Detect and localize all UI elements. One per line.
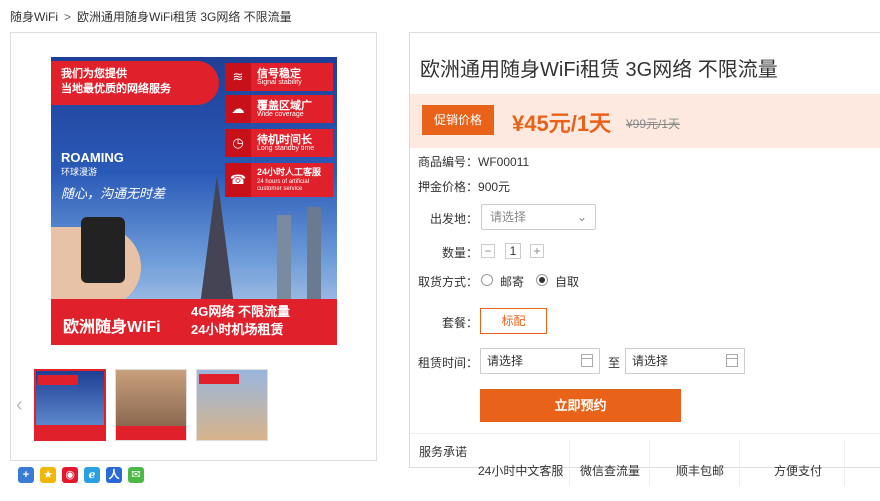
thumbnail-1[interactable]	[34, 369, 106, 441]
feature-signal: ≋ 信号稳定 Signal stability	[225, 63, 333, 91]
deposit-label: 押金价格：	[418, 180, 479, 194]
breadcrumb-root-link[interactable]: 随身WiFi	[10, 10, 58, 24]
promise-divider	[649, 440, 650, 486]
feature-standby: ◷ 待机时间长 Long standby time	[225, 129, 333, 157]
thumbnail-banner	[38, 375, 78, 385]
promise-label: 服务承诺	[419, 445, 468, 459]
renren-icon[interactable]: 人	[106, 467, 122, 483]
qty-input[interactable]: 1	[505, 243, 521, 259]
image-bottom-left-text: 欧洲随身WiFi	[63, 319, 161, 336]
image-bottom-line-1: 4G网络 不限流量	[191, 304, 290, 319]
promo-price: ¥45元/1天	[512, 111, 612, 136]
product-gallery: 我们为您提供 当地最优质的网络服务 ≋ 信号稳定 Signal stabilit…	[10, 32, 377, 461]
pickup-label: 取货方式：	[418, 275, 479, 289]
promise-divider	[739, 440, 740, 486]
cloud-icon: ☁	[225, 95, 251, 123]
feature-subtitle: Long standby time	[257, 145, 315, 152]
package-label: 套餐：	[442, 316, 479, 330]
origin-label: 出发地：	[430, 212, 479, 226]
promise-item: 方便支付	[774, 464, 823, 478]
thumbnail-banner	[199, 374, 239, 384]
sku-value: WF00011	[478, 155, 530, 169]
book-now-button[interactable]: 立即预约	[480, 389, 681, 422]
image-banner-line-2: 当地最优质的网络服务	[61, 83, 171, 95]
thumbnail-strip: ‹	[11, 367, 376, 447]
pickup-radio-self[interactable]	[536, 274, 548, 286]
image-bottom-line-2: 24小时机场租赁	[191, 322, 284, 337]
image-bottom-right-text: 4G网络 不限流量 24小时机场租赁	[191, 303, 290, 339]
weibo-icon[interactable]: ◉	[62, 467, 78, 483]
thumbnail-2[interactable]	[115, 369, 187, 441]
main-product-image[interactable]: 我们为您提供 当地最优质的网络服务 ≋ 信号稳定 Signal stabilit…	[51, 57, 337, 345]
deposit-value: 900元	[478, 180, 511, 194]
add-icon[interactable]: +	[18, 467, 34, 483]
feature-support: ☎ 24小时人工客服 24 hours of artificial custom…	[225, 163, 333, 197]
feature-subtitle: Signal stability	[257, 79, 302, 86]
breadcrumb-current-link[interactable]: 欧洲通用随身WiFi租赁 3G网络 不限流量	[77, 10, 292, 24]
image-slogan: 随心，沟通无时差	[61, 187, 166, 202]
thumbnail-footer	[36, 425, 104, 439]
promise-item: 微信查流量	[580, 464, 641, 478]
promise-item: 顺丰包邮	[676, 464, 725, 478]
product-title: 欧洲通用随身WiFi租赁 3G网络 不限流量	[420, 59, 778, 81]
rent-start-date-input[interactable]: 请选择	[480, 348, 600, 374]
share-bar: + ★ ◉ ℯ 人 ✉	[18, 467, 144, 483]
clock-icon: ◷	[225, 129, 251, 157]
promise-divider	[569, 440, 570, 486]
wifi-icon: ≋	[225, 63, 251, 91]
promise-item: 24小时中文客服	[478, 464, 564, 478]
logo-sub: 环球漫游	[61, 167, 98, 177]
feature-subtitle: 24 hours of artificial customer service	[257, 179, 310, 192]
image-banner-line-1: 我们为您提供	[61, 68, 127, 80]
pickup-option-self[interactable]: 自取	[555, 273, 579, 290]
feature-subtitle: Wide coverage	[257, 111, 304, 118]
breadcrumb: 随身WiFi > 欧洲通用随身WiFi租赁 3G网络 不限流量	[10, 8, 292, 25]
feature-title: 24小时人工客服	[257, 167, 322, 177]
qty-label: 数量：	[442, 246, 479, 260]
wechat-icon[interactable]: ✉	[128, 467, 144, 483]
origin-select[interactable]: 请选择 ⌄	[481, 204, 596, 230]
qty-decrement-button[interactable]: −	[481, 244, 495, 258]
rent-end-value: 请选择	[632, 354, 669, 368]
thumbnail-footer	[116, 426, 186, 440]
logo-brand: ROAMING	[61, 150, 124, 165]
rent-end-date-input[interactable]: 请选择	[625, 348, 745, 374]
origin-select-value: 请选择	[490, 210, 527, 224]
image-top-banner: 我们为您提供 当地最优质的网络服务	[51, 61, 219, 105]
tencent-icon[interactable]: ℯ	[84, 467, 100, 483]
package-option-button[interactable]: 标配	[480, 308, 547, 334]
product-detail: 欧洲通用随身WiFi租赁 3G网络 不限流量 促销价格 ¥45元/1天 ¥99元…	[409, 32, 880, 486]
qty-increment-button[interactable]: +	[530, 244, 544, 258]
feature-coverage: ☁ 覆盖区域广 Wide coverage	[225, 95, 333, 123]
calendar-icon	[581, 354, 593, 367]
image-bottom-banner: 欧洲随身WiFi 4G网络 不限流量 24小时机场租赁	[51, 299, 337, 345]
rent-label: 租赁时间：	[418, 356, 479, 370]
pickup-option-mail[interactable]: 邮寄	[500, 273, 524, 290]
breadcrumb-separator: >	[64, 10, 72, 24]
promo-tag: 促销价格	[422, 105, 494, 135]
chevron-down-icon: ⌄	[576, 210, 587, 224]
promise-divider	[844, 440, 845, 486]
price-bar: 促销价格 ¥45元/1天 ¥99元/1天	[410, 94, 880, 148]
calendar-icon	[726, 354, 738, 367]
pickup-radio-mail[interactable]	[481, 274, 493, 286]
wifi-device-graphic	[81, 217, 125, 283]
sku-row: 商品编号：WF00011	[418, 153, 529, 170]
deposit-row: 押金价格：900元	[418, 178, 510, 195]
eiffel-tower-graphic	[199, 175, 235, 313]
chevron-left-icon[interactable]: ‹	[16, 395, 23, 415]
qzone-icon[interactable]: ★	[40, 467, 56, 483]
service-promise: 服务承诺 24小时中文客服 微信查流量 顺丰包邮 方便支付	[410, 433, 880, 486]
rent-start-value: 请选择	[487, 354, 524, 368]
roaming-logo: ROAMING 环球漫游	[61, 151, 124, 179]
original-price: ¥99元/1天	[626, 117, 681, 131]
rent-to-label: 至	[608, 356, 621, 370]
thumbnail-3[interactable]	[196, 369, 268, 441]
sku-label: 商品编号：	[418, 155, 479, 169]
